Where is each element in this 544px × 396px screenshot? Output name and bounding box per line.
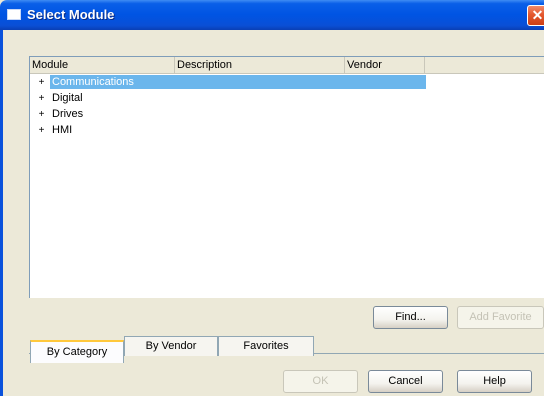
expand-icon[interactable]: + [37,78,46,88]
ok-button[interactable]: OK [283,370,358,393]
add-favorite-button[interactable]: Add Favorite [457,306,544,329]
column-header-module[interactable]: Module [30,57,175,73]
expand-icon[interactable]: + [37,110,46,120]
select-module-dialog: Select Module ✕ Module Description Vendo… [0,0,544,396]
tab-favorites[interactable]: Favorites [218,336,314,356]
window-title: Select Module [27,7,115,22]
expand-icon[interactable]: + [37,126,46,136]
tab-by-category[interactable]: By Category [30,340,124,363]
window-icon [7,9,21,20]
window-border [0,30,3,396]
list-item-drives[interactable]: + Drives [30,106,430,122]
list-item-label: Drives [52,108,84,120]
close-button[interactable]: ✕ [527,5,544,26]
help-button[interactable]: Help [457,370,532,393]
list-item-label: HMI [52,124,73,136]
list-item-digital[interactable]: + Digital [30,90,430,106]
title-bar[interactable]: Select Module ✕ [0,0,544,30]
module-list[interactable]: Module Description Vendor + Communicatio… [29,56,544,298]
column-header-vendor[interactable]: Vendor [345,57,425,73]
find-button[interactable]: Find... [373,306,448,329]
cancel-button[interactable]: Cancel [368,370,443,393]
column-header-description[interactable]: Description [175,57,345,73]
list-item-label: Digital [52,92,83,104]
close-icon: ✕ [531,7,544,23]
list-item-label: Communications [50,75,426,89]
list-header: Module Description Vendor [30,57,544,74]
list-item-hmi[interactable]: + HMI [30,122,430,138]
tab-by-vendor[interactable]: By Vendor [124,336,218,356]
expand-icon[interactable]: + [37,94,46,104]
list-item-communications[interactable]: + Communications [30,74,430,90]
